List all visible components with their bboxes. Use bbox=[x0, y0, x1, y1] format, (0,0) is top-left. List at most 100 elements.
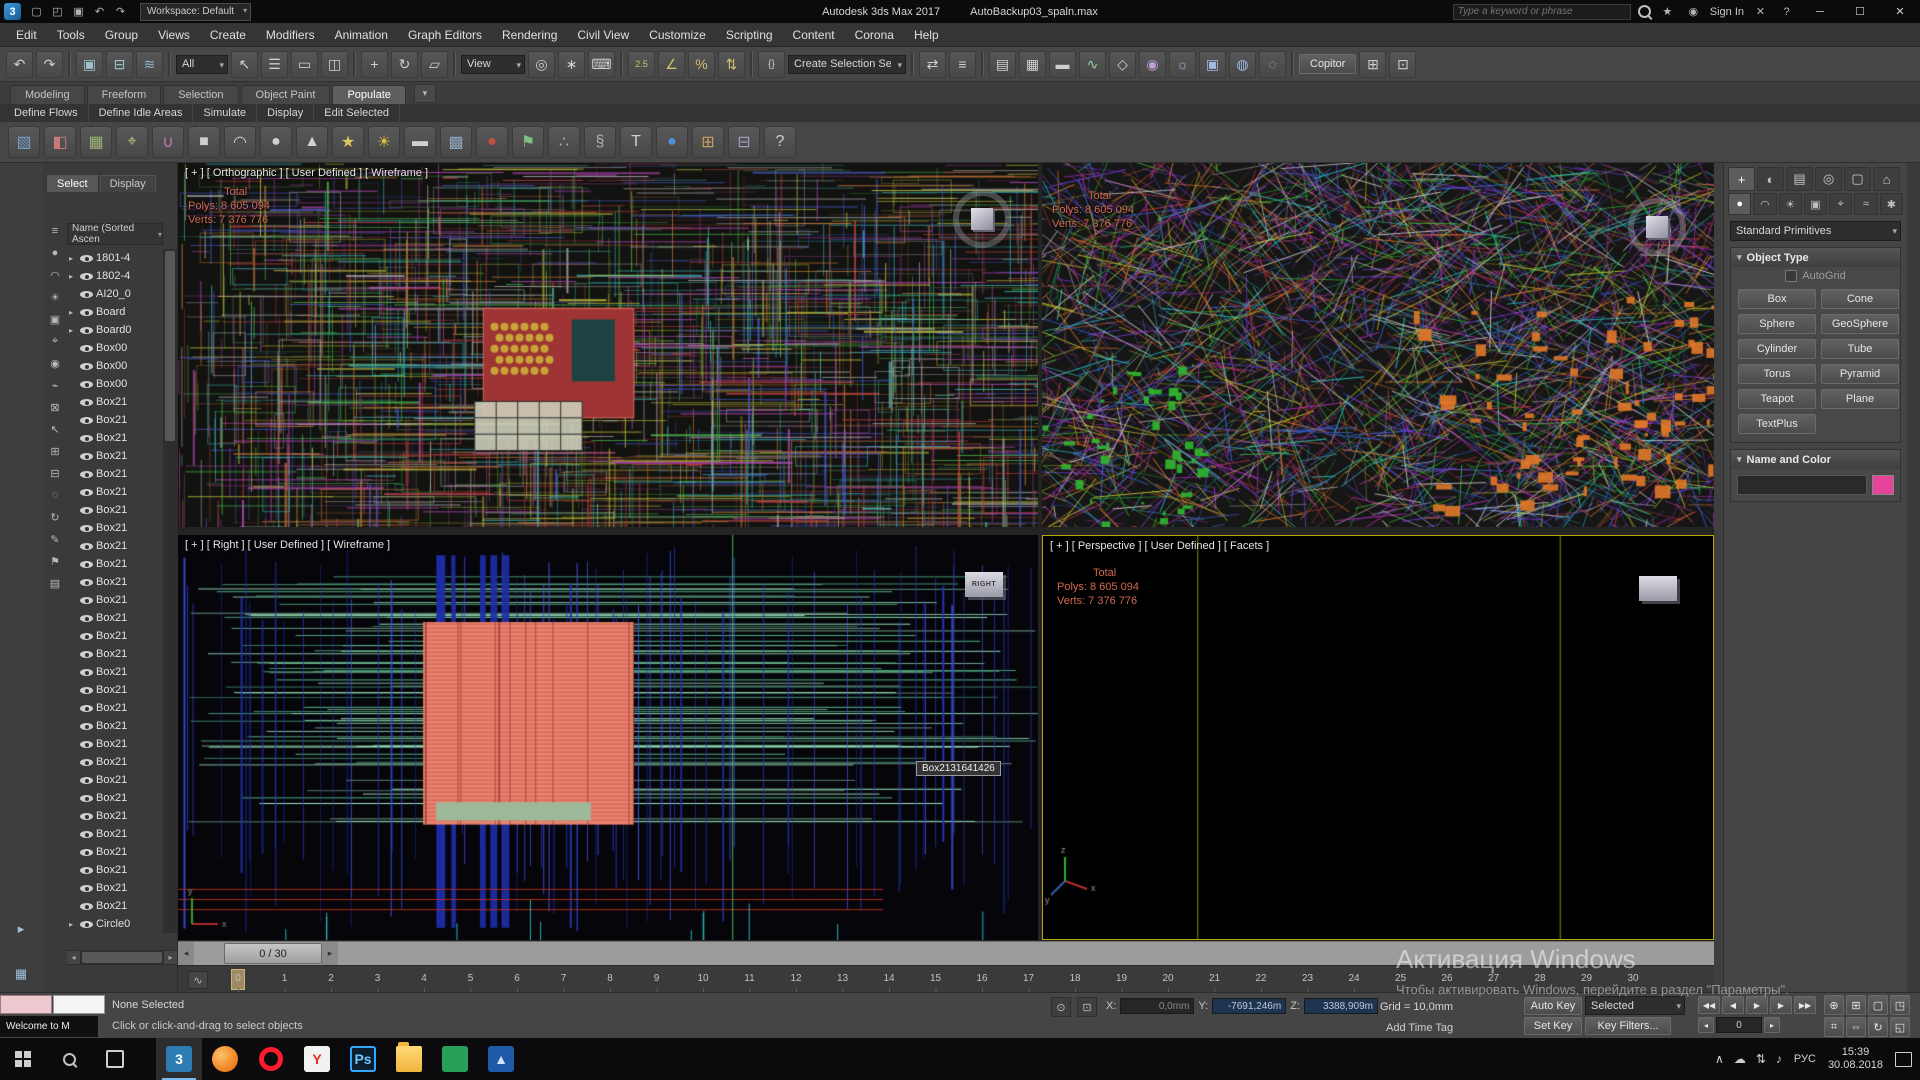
visibility-eye-icon[interactable] bbox=[80, 702, 93, 715]
objtype-sphere-button[interactable]: Sphere bbox=[1738, 314, 1816, 334]
grid-helper-icon[interactable]: ▦ bbox=[10, 963, 32, 985]
explorer-row[interactable]: Box21 bbox=[67, 717, 163, 735]
taskbar-search-button[interactable] bbox=[46, 1038, 92, 1080]
ribbon-toggle-icon[interactable]: ▬ bbox=[1049, 51, 1076, 78]
go-to-start-icon[interactable]: ◀◀ bbox=[1698, 996, 1720, 1014]
named-selection-combo[interactable]: Create Selection Se bbox=[788, 55, 906, 74]
utilities-tab-icon[interactable]: ⌂ bbox=[1873, 167, 1900, 191]
taskbar-opera-icon[interactable] bbox=[248, 1038, 294, 1080]
tray-expand-icon[interactable]: ∧ bbox=[1715, 1052, 1724, 1066]
frame-forward-icon[interactable]: ▸ bbox=[1764, 1017, 1780, 1033]
viewport-bottom-right[interactable]: [ + ] [ Perspective ] [ User Defined ] [… bbox=[1042, 535, 1714, 940]
explorer-row[interactable]: ▸Board bbox=[67, 303, 163, 321]
redo-icon[interactable]: ↷ bbox=[111, 3, 130, 20]
zoom-all-icon[interactable]: ⊞ bbox=[1846, 995, 1866, 1015]
menu-item-customize[interactable]: Customize bbox=[639, 23, 716, 46]
autogrid-checkbox[interactable] bbox=[1785, 270, 1797, 282]
keyword-search-icon[interactable] bbox=[1638, 5, 1651, 18]
timeline-tick[interactable]: 7 bbox=[561, 973, 567, 984]
undo-icon[interactable]: ↶ bbox=[6, 51, 33, 78]
red-ball-icon[interactable]: ● bbox=[476, 126, 508, 158]
select-object-icon[interactable]: ↖ bbox=[231, 51, 258, 78]
timeline-ruler[interactable]: 0123456789101112131415161718192021222324… bbox=[228, 966, 1706, 993]
edit-name-icon[interactable]: ✎ bbox=[47, 531, 64, 547]
menu-item-scripting[interactable]: Scripting bbox=[716, 23, 783, 46]
expand-arrow-icon[interactable]: ▸ bbox=[69, 920, 77, 929]
schematic-view-icon[interactable]: ◇ bbox=[1109, 51, 1136, 78]
explorer-row[interactable]: Box21 bbox=[67, 555, 163, 573]
timeline-tick[interactable]: 1 bbox=[282, 973, 288, 984]
explorer-row[interactable]: ▸Circle0 bbox=[67, 915, 163, 933]
menu-item-corona[interactable]: Corona bbox=[845, 23, 904, 46]
explorer-row[interactable]: Box21 bbox=[67, 825, 163, 843]
objtype-box-button[interactable]: Box bbox=[1738, 289, 1816, 309]
render-iterative-icon[interactable]: ◌ bbox=[1259, 51, 1286, 78]
menu-item-animation[interactable]: Animation bbox=[325, 23, 398, 46]
explorer-row[interactable]: Box21 bbox=[67, 807, 163, 825]
mirror-icon[interactable]: ⇄ bbox=[919, 51, 946, 78]
menu-item-edit[interactable]: Edit bbox=[6, 23, 47, 46]
visibility-eye-icon[interactable] bbox=[80, 306, 93, 319]
render-production-icon[interactable]: ◍ bbox=[1229, 51, 1256, 78]
use-pivot-center-icon[interactable]: ◎ bbox=[528, 51, 555, 78]
task-view-button[interactable] bbox=[92, 1038, 138, 1080]
menu-item-modifiers[interactable]: Modifiers bbox=[256, 23, 325, 46]
ribbon-tab-modeling[interactable]: Modeling bbox=[10, 85, 85, 104]
select-by-name-icon[interactable]: ☰ bbox=[261, 51, 288, 78]
explorer-row[interactable]: ▸1802-4 bbox=[67, 267, 163, 285]
edit-named-selections-icon[interactable]: {} bbox=[758, 51, 785, 78]
visibility-eye-icon[interactable] bbox=[80, 324, 93, 337]
explorer-row[interactable]: Box21 bbox=[67, 681, 163, 699]
timeline-tick[interactable]: 8 bbox=[607, 973, 613, 984]
find-object-icon[interactable]: ◌ bbox=[47, 487, 64, 503]
frame-back-icon[interactable]: ◂ bbox=[1698, 1017, 1714, 1033]
auto-key-button[interactable]: Auto Key bbox=[1524, 997, 1582, 1015]
timeline-tick[interactable]: 16 bbox=[976, 973, 987, 984]
objtype-tube-button[interactable]: Tube bbox=[1821, 339, 1899, 359]
go-to-end-icon[interactable]: ▶▶ bbox=[1794, 996, 1816, 1014]
define-idle-areas-button[interactable]: Define Idle Areas bbox=[89, 104, 194, 122]
open-file-icon[interactable]: ◰ bbox=[48, 3, 67, 20]
visibility-eye-icon[interactable] bbox=[80, 738, 93, 751]
close-icon[interactable]: ✕ bbox=[1880, 0, 1920, 23]
viewport-config-icon[interactable]: ▧ bbox=[8, 126, 40, 158]
viewport-bottom-left[interactable]: [ + ] [ Right ] [ User Defined ] [ Wiref… bbox=[178, 535, 1038, 940]
ribbon-tab-populate[interactable]: Populate bbox=[332, 85, 405, 104]
scrollbar-thumb[interactable] bbox=[165, 251, 175, 441]
maximize-icon[interactable]: ☐ bbox=[1840, 0, 1880, 23]
visibility-eye-icon[interactable] bbox=[80, 720, 93, 733]
profile-icon[interactable]: ◉ bbox=[1684, 3, 1703, 20]
time-slider[interactable]: 0 / 30 bbox=[224, 943, 322, 964]
timeline-tick[interactable]: 4 bbox=[421, 973, 427, 984]
selection-filter-combo[interactable]: All bbox=[176, 55, 228, 74]
menu-item-create[interactable]: Create bbox=[200, 23, 256, 46]
display-button[interactable]: Display bbox=[257, 104, 314, 122]
objtype-teapot-button[interactable]: Teapot bbox=[1738, 389, 1816, 409]
visibility-eye-icon[interactable] bbox=[80, 378, 93, 391]
visibility-eye-icon[interactable] bbox=[80, 846, 93, 859]
filter-shapes-icon[interactable]: ◠ bbox=[47, 267, 64, 283]
timeline-tick[interactable]: 21 bbox=[1209, 973, 1220, 984]
language-indicator[interactable]: РУС bbox=[1794, 1053, 1816, 1065]
explorer-row[interactable]: Box21 bbox=[67, 861, 163, 879]
visibility-eye-icon[interactable] bbox=[80, 432, 93, 445]
menu-item-help[interactable]: Help bbox=[904, 23, 949, 46]
star-shape-icon[interactable]: ★ bbox=[332, 126, 364, 158]
select-and-rotate-icon[interactable]: ↻ bbox=[391, 51, 418, 78]
visibility-eye-icon[interactable] bbox=[80, 756, 93, 769]
explorer-row[interactable]: Box21 bbox=[67, 735, 163, 753]
volume-icon[interactable]: ♪ bbox=[1776, 1052, 1782, 1066]
define-flows-button[interactable]: Define Flows bbox=[4, 104, 89, 122]
plane-primitive-icon[interactable]: ▬ bbox=[404, 126, 436, 158]
timeline[interactable]: ∿ 01234567891011121314151617181920212223… bbox=[178, 965, 1714, 992]
taskbar-explorer-icon[interactable] bbox=[386, 1038, 432, 1080]
help-circle-icon[interactable]: ? bbox=[764, 126, 796, 158]
new-scene-icon[interactable]: ▢ bbox=[27, 3, 46, 20]
maxscript-mini-listener[interactable] bbox=[53, 995, 105, 1014]
sign-in-link[interactable]: Sign In bbox=[1710, 6, 1744, 18]
unlink-selection-icon[interactable]: ⊟ bbox=[106, 51, 133, 78]
explorer-row[interactable]: Box21 bbox=[67, 789, 163, 807]
visibility-eye-icon[interactable] bbox=[80, 774, 93, 787]
pan-view-icon[interactable]: ⇔ bbox=[1846, 1017, 1866, 1037]
geometry-category-icon[interactable]: ● bbox=[1728, 193, 1751, 215]
